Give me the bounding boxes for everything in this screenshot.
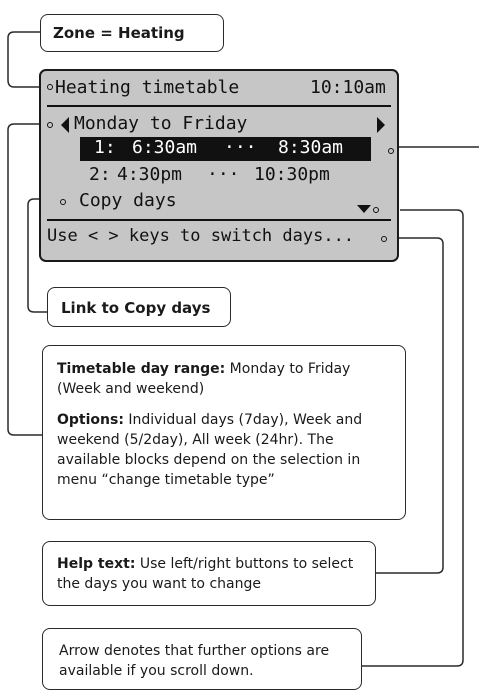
row-1-start: 6:30am	[132, 137, 198, 158]
screen-title: Heating timetable	[55, 77, 240, 98]
zone-label-box: Zone = Heating	[40, 14, 224, 52]
help-text-box: Help text: Use left/right buttons to sel…	[42, 541, 376, 606]
row-2-end: 10:30pm	[254, 164, 330, 185]
copy-days-marker-dot	[60, 199, 66, 205]
day-range-label: Monday to Friday	[74, 113, 248, 134]
row-2-num: 2:	[89, 164, 111, 185]
day-range-heading: Timetable day range:	[57, 361, 226, 377]
help-marker-dot	[381, 236, 387, 242]
title-marker-dot	[47, 84, 53, 90]
help-heading: Help text:	[57, 556, 136, 572]
help-separator	[47, 219, 391, 221]
link-copy-days-box: Link to Copy days	[47, 287, 231, 327]
screen-time: 10:10am	[310, 77, 386, 98]
row-1-end: 8:30am	[278, 137, 344, 158]
lcd-screen: Heating timetable 10:10am Monday to Frid…	[39, 69, 399, 262]
timetable-row-1[interactable]: 1: 6:30am ··· 8:30am	[80, 137, 371, 161]
arrow-info-text: Arrow denotes that further options are a…	[59, 643, 330, 679]
right-arrow-icon[interactable]	[377, 117, 385, 133]
day-range-marker-dot	[47, 122, 53, 128]
options-heading: Options:	[57, 412, 124, 428]
row-1-num: 1:	[94, 137, 116, 158]
left-arrow-icon[interactable]	[61, 117, 69, 133]
scroll-arrow-marker-dot	[373, 207, 379, 213]
row-1-sep: ···	[224, 137, 257, 158]
zone-label: Zone = Heating	[53, 24, 185, 42]
title-separator	[47, 105, 391, 107]
link-copy-days-label: Link to Copy days	[61, 299, 211, 317]
day-range-info-box: Timetable day range: Monday to Friday (W…	[42, 345, 406, 520]
row-2-start: 4:30pm	[117, 164, 183, 185]
row-2-sep: ···	[207, 164, 240, 185]
help-line: Use < > keys to switch days...	[47, 226, 355, 246]
selected-row-marker-dot	[388, 148, 394, 154]
copy-days-item[interactable]: Copy days	[79, 190, 177, 211]
arrow-info-box: Arrow denotes that further options are a…	[42, 628, 362, 690]
scroll-down-arrow-icon	[357, 205, 371, 213]
